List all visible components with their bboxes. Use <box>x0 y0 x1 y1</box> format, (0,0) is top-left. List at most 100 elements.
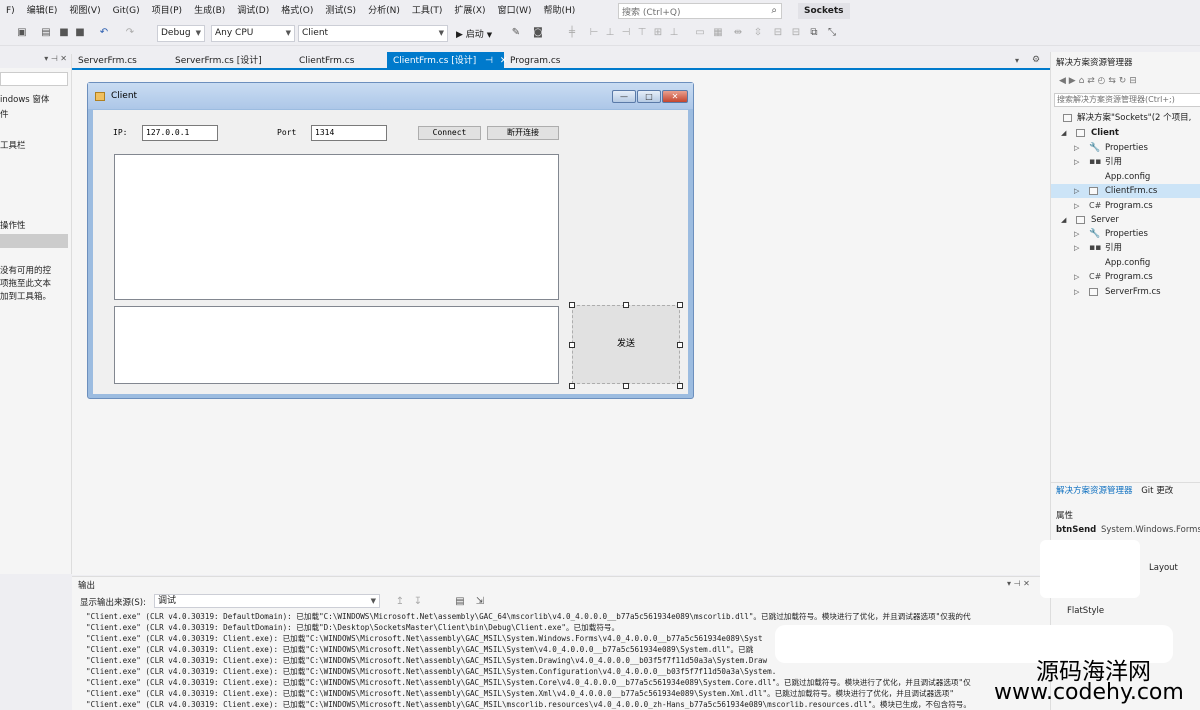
camera-icon[interactable]: ◙ <box>532 27 544 39</box>
client-form-window[interactable]: Client — □ ✕ IP: 127.0.0.1 Port 1314 Con… <box>87 82 694 399</box>
property-flatstyle[interactable]: FlatStyle <box>1067 606 1104 616</box>
horizontal-spacing-icon[interactable]: ⇹ <box>732 27 744 39</box>
collapse-arrow-icon[interactable]: ▷ <box>1074 241 1079 255</box>
toolbox-item[interactable]: 操作性 <box>0 219 26 231</box>
menu-view[interactable]: 视图(V) <box>63 0 106 22</box>
toolbox-item[interactable]: 件 <box>0 108 9 120</box>
menu-analyze[interactable]: 分析(N) <box>362 0 406 22</box>
align-center-icon[interactable]: ⊥ <box>604 27 616 39</box>
toolbox-selected-row[interactable] <box>0 234 68 248</box>
pin-icon[interactable]: ⊣ <box>485 56 493 66</box>
align-top-icon[interactable]: ⊤ <box>636 27 648 39</box>
startup-project-select[interactable]: Client ▼ <box>298 25 448 42</box>
send-button[interactable]: 发送 <box>572 305 680 384</box>
tab-order-icon[interactable]: ⤡ <box>826 27 838 39</box>
expand-icon[interactable]: ◢ <box>1061 213 1066 227</box>
tree-item[interactable]: ▷ C# Program.cs <box>1051 270 1200 284</box>
menu-extensions[interactable]: 扩展(X) <box>448 0 491 22</box>
property-layout[interactable]: Layout <box>1149 563 1178 573</box>
menu-format[interactable]: 格式(O) <box>275 0 319 22</box>
receive-textbox[interactable] <box>114 154 559 300</box>
output-window-controls[interactable]: ▾ ⊣ ✕ <box>1007 579 1030 588</box>
tree-item[interactable]: ▷ 🔧 Properties <box>1051 141 1200 155</box>
save-all-icon[interactable]: ■ <box>74 27 86 39</box>
size-to-grid-icon[interactable]: ▦ <box>712 27 724 39</box>
collapse-arrow-icon[interactable]: ▷ <box>1074 184 1079 198</box>
toolbox-group-windows-forms[interactable]: indows 窗体 <box>0 93 49 105</box>
switch-views-icon[interactable]: ⇄ <box>1087 76 1095 86</box>
disconnect-button[interactable]: 断开连接 <box>487 126 559 140</box>
tab-clientfrm-design[interactable]: ClientFrm.cs [设计] ⊣ ✕ <box>387 52 507 70</box>
align-left-icon[interactable]: ⊢ <box>588 27 600 39</box>
toolbox-search-input[interactable] <box>0 72 68 86</box>
center-horizontally-icon[interactable]: ⊟ <box>772 27 784 39</box>
output-source-select[interactable]: 调试 ▼ <box>154 594 380 608</box>
start-debugging-button[interactable]: ▶ 启动 ▼ <box>456 27 492 40</box>
ip-textbox[interactable]: 127.0.0.1 <box>142 125 218 141</box>
menu-edit[interactable]: 编辑(E) <box>21 0 64 22</box>
resize-handle[interactable] <box>569 383 575 389</box>
tree-item-selected[interactable]: ▷ ClientFrm.cs <box>1051 184 1200 198</box>
clear-all-icon[interactable]: ▤ <box>454 596 466 608</box>
tree-item[interactable]: ▷ ▪▪ 引用 <box>1051 241 1200 255</box>
tree-item[interactable]: App.config <box>1051 170 1200 184</box>
tab-clientfrm-cs[interactable]: ClientFrm.cs <box>293 52 360 70</box>
history-icon[interactable]: ◴ <box>1098 76 1106 86</box>
bring-to-front-icon[interactable]: ⧉ <box>808 27 820 39</box>
collapse-arrow-icon[interactable]: ▷ <box>1074 270 1079 284</box>
tree-item[interactable]: ▷ ServerFrm.cs <box>1051 285 1200 299</box>
collapse-icon[interactable]: ⊟ <box>1129 76 1137 86</box>
send-textbox[interactable] <box>114 306 559 384</box>
resize-handle[interactable] <box>677 342 683 348</box>
tree-item[interactable]: ▷ ▪▪ 引用 <box>1051 155 1200 169</box>
menu-debug[interactable]: 调试(D) <box>231 0 275 22</box>
tab-serverfrm-cs[interactable]: ServerFrm.cs <box>72 52 143 70</box>
menu-test[interactable]: 测试(S) <box>319 0 362 22</box>
resize-handle[interactable] <box>569 342 575 348</box>
collapse-arrow-icon[interactable]: ▷ <box>1074 199 1079 213</box>
go-to-previous-icon[interactable]: ↥ <box>394 596 406 608</box>
menu-project[interactable]: 项目(P) <box>146 0 188 22</box>
expand-icon[interactable]: ◢ <box>1061 126 1066 140</box>
tab-dropdown-icon[interactable]: ▾ <box>1015 56 1019 65</box>
resize-handle[interactable] <box>677 302 683 308</box>
save-icon[interactable]: ■ <box>58 27 70 39</box>
tab-solution-explorer[interactable]: 解决方案资源管理器 <box>1056 486 1133 496</box>
tree-project-server[interactable]: ◢ Server <box>1051 213 1200 227</box>
word-wrap-icon[interactable]: ⇲ <box>474 596 486 608</box>
close-button[interactable]: ✕ <box>662 90 688 103</box>
tab-serverfrm-design[interactable]: ServerFrm.cs [设计] <box>169 52 268 70</box>
sync-icon[interactable]: ⇆ <box>1108 76 1116 86</box>
align-right-icon[interactable]: ⊣ <box>620 27 632 39</box>
resize-handle[interactable] <box>569 302 575 308</box>
tree-item[interactable]: ▷ 🔧 Properties <box>1051 227 1200 241</box>
collapse-arrow-icon[interactable]: ▷ <box>1074 285 1079 299</box>
menu-git[interactable]: Git(G) <box>107 0 146 22</box>
menu-build[interactable]: 生成(B) <box>188 0 231 22</box>
collapse-arrow-icon[interactable]: ▷ <box>1074 155 1079 169</box>
tree-solution[interactable]: 解决方案"Sockets"(2 个项目, <box>1051 111 1200 125</box>
tree-project-client[interactable]: ◢ Client <box>1051 126 1200 140</box>
vertical-spacing-icon[interactable]: ⇳ <box>752 27 764 39</box>
menu-window[interactable]: 窗口(W) <box>492 0 538 22</box>
configuration-select[interactable]: Debug ▼ <box>157 25 205 42</box>
tab-program-cs[interactable]: Program.cs <box>504 52 566 70</box>
connect-button[interactable]: Connect <box>418 126 481 140</box>
tab-git-changes[interactable]: Git 更改 <box>1141 486 1173 496</box>
go-to-next-icon[interactable]: ↧ <box>412 596 424 608</box>
resize-handle[interactable] <box>623 383 629 389</box>
open-folder-icon[interactable]: ▤ <box>40 27 52 39</box>
new-project-icon[interactable]: ▣ <box>16 27 28 39</box>
port-textbox[interactable]: 1314 <box>311 125 387 141</box>
platform-select[interactable]: Any CPU ▼ <box>211 25 295 42</box>
menu-file[interactable]: F) <box>0 0 21 22</box>
redo-icon[interactable]: ↷ <box>124 27 136 39</box>
forward-icon[interactable]: ▶ <box>1069 76 1076 86</box>
solution-search-input[interactable]: 搜索解决方案资源管理器(Ctrl+;) <box>1054 93 1200 107</box>
home-icon[interactable]: ⌂ <box>1079 76 1085 86</box>
align-middle-icon[interactable]: ⊞ <box>652 27 664 39</box>
back-icon[interactable]: ◀ <box>1059 76 1066 86</box>
resize-handle[interactable] <box>677 383 683 389</box>
collapse-arrow-icon[interactable]: ▷ <box>1074 227 1079 241</box>
menu-tools[interactable]: 工具(T) <box>406 0 449 22</box>
